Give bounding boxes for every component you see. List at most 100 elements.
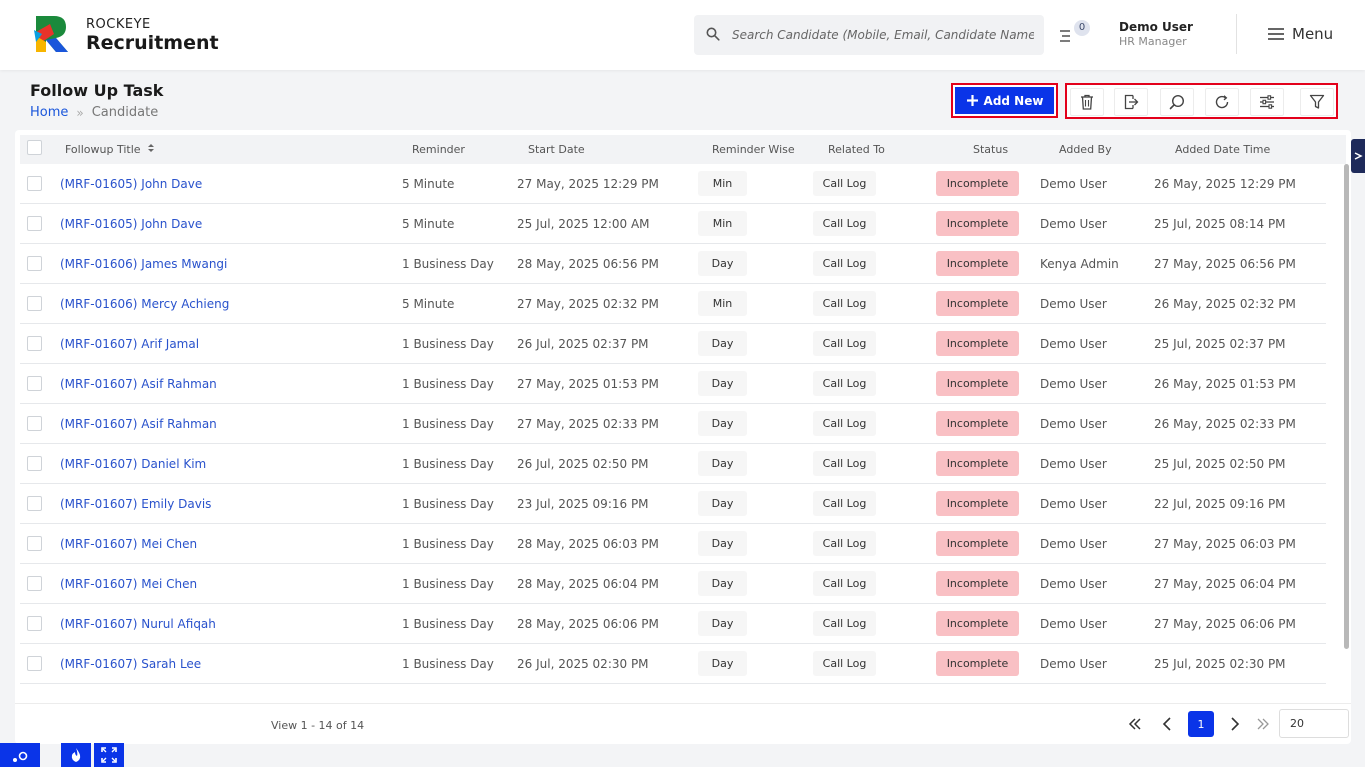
table-row[interactable]: (MRF-01606) Mercy Achieng 5 Minute 27 May,…: [20, 284, 1326, 324]
followup-title-link[interactable]: (MRF-01607) Mei Chen: [60, 537, 197, 551]
candidate-search-input[interactable]: [732, 24, 1034, 46]
row-checkbox[interactable]: [27, 616, 42, 631]
followup-title-link[interactable]: (MRF-01607) Asif Rahman: [60, 417, 217, 431]
reminder-cell: 5 Minute: [402, 217, 455, 231]
filter-button[interactable]: [1300, 88, 1334, 116]
first-page-button[interactable]: [1122, 711, 1148, 737]
row-checkbox[interactable]: [27, 176, 42, 191]
menu-button[interactable]: Menu: [1268, 24, 1333, 44]
breadcrumb-separator-icon: »: [76, 105, 84, 120]
table-row[interactable]: (MRF-01607) Asif Rahman 1 Business Day 27 …: [20, 404, 1326, 444]
table-scrollbar[interactable]: [1344, 164, 1349, 649]
row-checkbox[interactable]: [27, 496, 42, 511]
row-checkbox[interactable]: [27, 256, 42, 271]
followup-title-link[interactable]: (MRF-01607) Arif Jamal: [60, 337, 199, 351]
row-checkbox[interactable]: [27, 376, 42, 391]
status-badge: Incomplete: [936, 251, 1019, 276]
next-page-button[interactable]: [1222, 711, 1248, 737]
followup-title-link[interactable]: (MRF-01607) Mei Chen: [60, 577, 197, 591]
followup-title-link[interactable]: (MRF-01606) James Mwangi: [60, 257, 227, 271]
status-badge: Incomplete: [936, 611, 1019, 636]
current-page-button[interactable]: 1: [1188, 711, 1214, 737]
status-badge: Incomplete: [936, 451, 1019, 476]
related-to-cell: Call Log: [813, 371, 876, 396]
column-header-status[interactable]: Status: [973, 143, 1008, 156]
delete-button[interactable]: [1070, 88, 1104, 116]
table-row[interactable]: (MRF-01607) Mei Chen 1 Business Day 28 May…: [20, 564, 1326, 604]
start-date-cell: 28 May, 2025 06:03 PM: [517, 537, 659, 551]
table-row[interactable]: (MRF-01607) Sarah Lee 1 Business Day 26 Ju…: [20, 644, 1326, 684]
column-header-related-to[interactable]: Related To: [828, 143, 885, 156]
sort-icon: [148, 144, 155, 152]
user-name[interactable]: Demo User: [1119, 20, 1193, 34]
row-checkbox[interactable]: [27, 216, 42, 231]
reminder-cell: 1 Business Day: [402, 537, 494, 551]
added-by-cell: Kenya Admin: [1040, 257, 1119, 271]
search-icon: [1169, 94, 1185, 110]
row-checkbox[interactable]: [27, 536, 42, 551]
table-row[interactable]: (MRF-01607) Asif Rahman 1 Business Day 27 …: [20, 364, 1326, 404]
reminder-wise-cell: Day: [698, 651, 747, 676]
row-checkbox[interactable]: [27, 456, 42, 471]
select-all-checkbox[interactable]: [27, 140, 42, 155]
column-header-followup-title[interactable]: Followup Title: [65, 143, 155, 156]
breadcrumb-home-link[interactable]: Home: [30, 105, 68, 120]
reminder-wise-cell: Day: [698, 531, 747, 556]
followup-title-link[interactable]: (MRF-01607) Emily Davis: [60, 497, 211, 511]
menu-label: Menu: [1292, 25, 1334, 43]
row-checkbox[interactable]: [27, 416, 42, 431]
candidate-search-box[interactable]: [694, 15, 1044, 55]
table-row[interactable]: (MRF-01607) Mei Chen 1 Business Day 28 May…: [20, 524, 1326, 564]
reminder-cell: 1 Business Day: [402, 257, 494, 271]
table-row[interactable]: (MRF-01607) Arif Jamal 1 Business Day 26 J…: [20, 324, 1326, 364]
column-header-added-date-time[interactable]: Added Date Time: [1175, 143, 1270, 156]
followup-title-link[interactable]: (MRF-01607) Nurul Afiqah: [60, 617, 216, 631]
reminder-cell: 5 Minute: [402, 177, 455, 191]
brand-main-text: Recruitment: [86, 32, 219, 54]
add-new-button[interactable]: Add New: [951, 83, 1058, 118]
reminder-cell: 1 Business Day: [402, 617, 494, 631]
page-size-select[interactable]: 20: [1279, 709, 1349, 738]
followup-title-link[interactable]: (MRF-01607) Sarah Lee: [60, 657, 201, 671]
table-row[interactable]: (MRF-01607) Emily Davis 1 Business Day 23 …: [20, 484, 1326, 524]
column-header-added-by[interactable]: Added By: [1059, 143, 1112, 156]
fullscreen-float-button[interactable]: [94, 743, 124, 767]
column-header-reminder[interactable]: Reminder: [412, 143, 465, 156]
export-button[interactable]: [1114, 88, 1148, 116]
double-chevron-right-icon: [1257, 718, 1269, 730]
table-row[interactable]: (MRF-01606) James Mwangi 1 Business Day 28…: [20, 244, 1326, 284]
reminder-cell: 1 Business Day: [402, 657, 494, 671]
refresh-button[interactable]: [1205, 88, 1239, 116]
followup-title-link[interactable]: (MRF-01606) Mercy Achieng: [60, 297, 229, 311]
settings-float-button[interactable]: [0, 743, 40, 767]
search-toggle-button[interactable]: [1160, 88, 1194, 116]
row-checkbox[interactable]: [27, 296, 42, 311]
reminder-wise-cell: Min: [698, 171, 747, 196]
row-checkbox[interactable]: [27, 656, 42, 671]
notification-count-badge: 0: [1074, 20, 1090, 36]
table-row[interactable]: (MRF-01607) Daniel Kim 1 Business Day 26 J…: [20, 444, 1326, 484]
hot-jobs-float-button[interactable]: [61, 743, 91, 767]
row-checkbox[interactable]: [27, 576, 42, 591]
followup-table-card: Followup Title Reminder Start Date Remin…: [15, 130, 1351, 744]
column-settings-button[interactable]: [1250, 88, 1284, 116]
followup-title-link[interactable]: (MRF-01605) John Dave: [60, 177, 202, 191]
last-page-button[interactable]: [1250, 711, 1276, 737]
column-header-start-date[interactable]: Start Date: [528, 143, 585, 156]
notification-button[interactable]: 0: [1058, 20, 1092, 48]
followup-title-link[interactable]: (MRF-01605) John Dave: [60, 217, 202, 231]
column-header-reminder-wise[interactable]: Reminder Wise: [712, 143, 795, 156]
followup-title-link[interactable]: (MRF-01607) Asif Rahman: [60, 377, 217, 391]
start-date-cell: 23 Jul, 2025 09:16 PM: [517, 497, 649, 511]
added-date-time-cell: 25 Jul, 2025 02:50 PM: [1154, 457, 1286, 471]
table-row[interactable]: (MRF-01605) John Dave 5 Minute 27 May, 202…: [20, 164, 1326, 204]
previous-page-button[interactable]: [1154, 711, 1180, 737]
table-row[interactable]: (MRF-01605) John Dave 5 Minute 25 Jul, 202…: [20, 204, 1326, 244]
refresh-icon: [1215, 95, 1229, 109]
followup-title-link[interactable]: (MRF-01607) Daniel Kim: [60, 457, 206, 471]
side-panel-toggle[interactable]: [1351, 139, 1365, 173]
row-checkbox[interactable]: [27, 336, 42, 351]
plus-icon: [966, 95, 978, 106]
brand-top-text: ROCKEYE: [86, 17, 151, 32]
table-row[interactable]: (MRF-01607) Nurul Afiqah 1 Business Day 28…: [20, 604, 1326, 644]
